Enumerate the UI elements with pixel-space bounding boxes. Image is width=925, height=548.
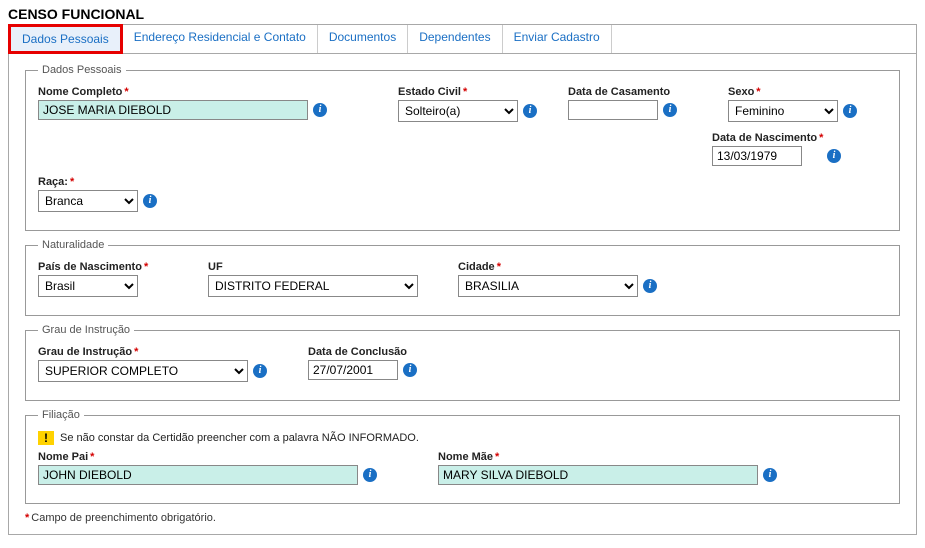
tab-dependentes[interactable]: Dependentes xyxy=(408,25,502,53)
label-data-casamento: Data de Casamento xyxy=(568,86,670,98)
required-marker: * xyxy=(144,261,148,273)
tab-enviar-cadastro[interactable]: Enviar Cadastro xyxy=(503,25,612,53)
label-nome-pai: Nome Pai xyxy=(38,451,88,463)
label-data-conclusao: Data de Conclusão xyxy=(308,346,407,358)
label-pais-nascimento: País de Nascimento xyxy=(38,261,142,273)
legend-dados-pessoais: Dados Pessoais xyxy=(38,64,126,76)
label-uf: UF xyxy=(208,261,223,273)
info-icon[interactable]: i xyxy=(313,103,327,117)
select-sexo[interactable]: Feminino xyxy=(728,100,838,122)
select-estado-civil[interactable]: Solteiro(a) xyxy=(398,100,518,122)
input-nome-mae[interactable] xyxy=(438,465,758,485)
label-estado-civil: Estado Civil xyxy=(398,86,461,98)
required-marker: * xyxy=(756,86,760,98)
fieldset-grau-instrucao: Grau de Instrução Grau de Instrução* SUP… xyxy=(25,324,900,401)
required-marker: * xyxy=(134,346,138,358)
tab-bar: Dados Pessoais Endereço Residencial e Co… xyxy=(8,24,917,53)
label-raca: Raça: xyxy=(38,176,68,188)
tab-documentos[interactable]: Documentos xyxy=(318,25,408,53)
required-marker: * xyxy=(819,132,823,144)
info-icon[interactable]: i xyxy=(827,149,841,163)
select-pais[interactable]: Brasil xyxy=(38,275,138,297)
legend-naturalidade: Naturalidade xyxy=(38,239,108,251)
filiacao-note: Se não constar da Certidão preencher com… xyxy=(38,431,887,445)
legend-filiacao: Filiação xyxy=(38,409,84,421)
content-panel: Dados Pessoais Nome Completo* i Estado C… xyxy=(8,53,917,535)
info-icon[interactable]: i xyxy=(843,104,857,118)
label-data-nascimento: Data de Nascimento xyxy=(712,132,817,144)
info-icon[interactable]: i xyxy=(403,363,417,377)
fieldset-naturalidade: Naturalidade País de Nascimento* Brasil … xyxy=(25,239,900,316)
label-nome-mae: Nome Mãe xyxy=(438,451,493,463)
label-cidade: Cidade xyxy=(458,261,495,273)
input-nome-pai[interactable] xyxy=(38,465,358,485)
select-grau-instrucao[interactable]: SUPERIOR COMPLETO xyxy=(38,360,248,382)
info-icon[interactable]: i xyxy=(763,468,777,482)
label-grau-instrucao: Grau de Instrução xyxy=(38,346,132,358)
label-nome-completo: Nome Completo xyxy=(38,86,122,98)
input-data-conclusao[interactable] xyxy=(308,360,398,380)
select-cidade[interactable]: BRASILIA xyxy=(458,275,638,297)
input-nome-completo[interactable] xyxy=(38,100,308,120)
info-icon[interactable]: i xyxy=(143,194,157,208)
label-sexo: Sexo xyxy=(728,86,754,98)
required-marker: * xyxy=(463,86,467,98)
legend-grau-instrucao: Grau de Instrução xyxy=(38,324,134,336)
tab-dados-pessoais[interactable]: Dados Pessoais xyxy=(8,24,123,54)
input-data-casamento[interactable] xyxy=(568,100,658,120)
required-marker: * xyxy=(70,176,74,188)
required-marker: * xyxy=(497,261,501,273)
page-title: CENSO FUNCIONAL xyxy=(8,6,917,22)
fieldset-dados-pessoais: Dados Pessoais Nome Completo* i Estado C… xyxy=(25,64,900,231)
info-icon[interactable]: i xyxy=(523,104,537,118)
required-marker: * xyxy=(90,451,94,463)
select-uf[interactable]: DISTRITO FEDERAL xyxy=(208,275,418,297)
filiacao-note-text: Se não constar da Certidão preencher com… xyxy=(60,432,419,444)
warning-icon xyxy=(38,431,54,445)
info-icon[interactable]: i xyxy=(253,364,267,378)
required-footnote: *Campo de preenchimento obrigatório. xyxy=(25,512,900,524)
select-raca[interactable]: Branca xyxy=(38,190,138,212)
info-icon[interactable]: i xyxy=(643,279,657,293)
required-marker: * xyxy=(495,451,499,463)
info-icon[interactable]: i xyxy=(363,468,377,482)
input-data-nascimento[interactable] xyxy=(712,146,802,166)
tab-endereco-contato[interactable]: Endereço Residencial e Contato xyxy=(123,25,318,53)
info-icon[interactable]: i xyxy=(663,103,677,117)
fieldset-filiacao: Filiação Se não constar da Certidão pree… xyxy=(25,409,900,504)
required-marker: * xyxy=(124,86,128,98)
